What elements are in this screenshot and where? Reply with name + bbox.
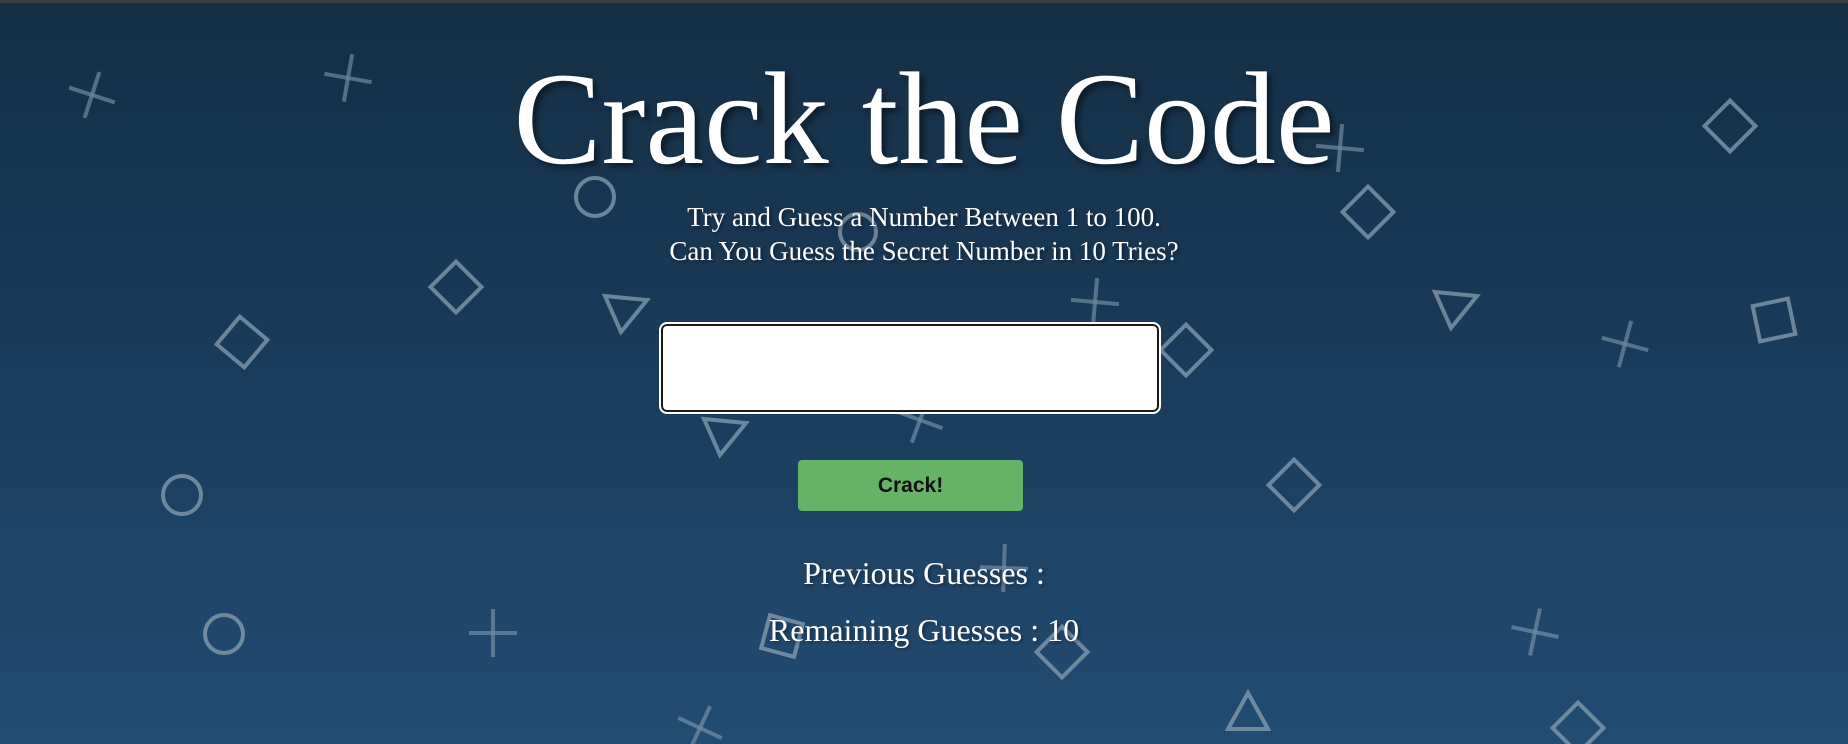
page-title: Crack the Code — [513, 45, 1335, 192]
crack-button[interactable]: Crack! — [798, 460, 1023, 511]
game-panel: Crack the Code Try and Guess a Number Be… — [0, 0, 1848, 744]
remaining-guesses: Remaining Guesses : 10 — [0, 610, 1848, 650]
subtitle-tries: Can You Guess the Secret Number in 10 Tr… — [669, 236, 1179, 266]
remaining-guesses-value: 10 — [1047, 612, 1080, 648]
subtitle-range: Try and Guess a Number Between 1 to 100. — [687, 202, 1161, 232]
remaining-guesses-label: Remaining Guesses : — [768, 612, 1040, 648]
previous-guesses: Previous Guesses : — [0, 553, 1848, 593]
previous-guesses-label: Previous Guesses : — [803, 555, 1045, 591]
guess-input[interactable] — [659, 322, 1161, 414]
